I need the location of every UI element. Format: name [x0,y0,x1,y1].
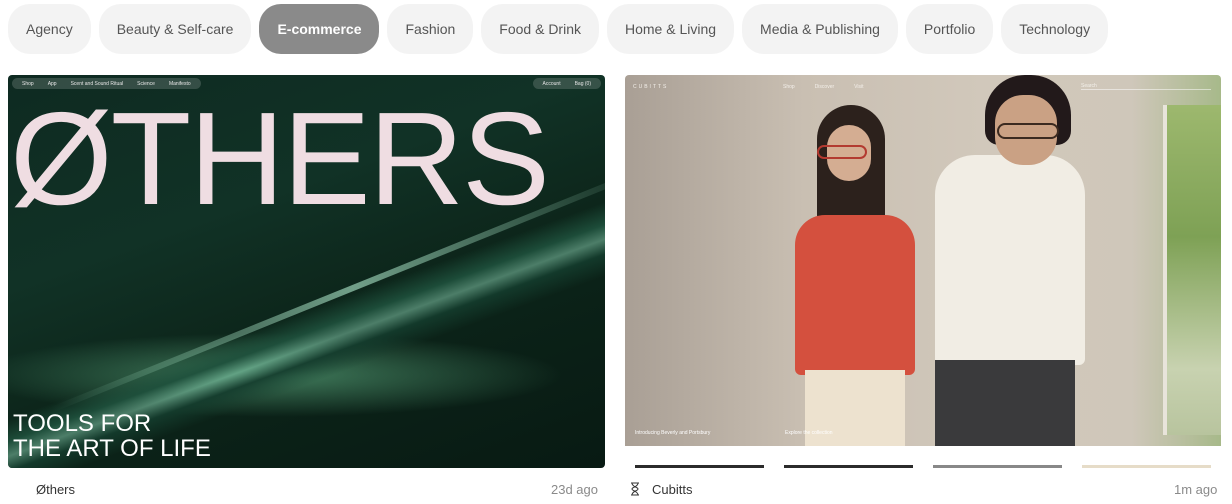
preview-caption: Introducing Beverly and Portsbury [635,430,711,436]
preview-logo: CUBITTS [633,84,669,90]
site-preview-card-cubitts[interactable]: CUBITTS Shop Discover Visit Search Intro… [625,75,1221,468]
preview-nav: CUBITTS Shop Discover Visit Search [633,83,1213,92]
category-chip-agency[interactable]: Agency [8,4,91,54]
preview-search-field: Search [1081,83,1211,90]
preview-hero-photo: CUBITTS Shop Discover Visit Search Intro… [625,75,1221,446]
preview-nav-item: Discover [814,84,835,90]
category-chip-food-drink[interactable]: Food & Drink [481,4,599,54]
timestamp: 1m ago [1174,482,1218,497]
category-chip-media-publishing[interactable]: Media & Publishing [742,4,898,54]
hourglass-icon [631,482,639,496]
site-preview-card-others[interactable]: Shop App Scent and Sound Ritual Science … [8,75,605,468]
card-footer-cubitts: Cubitts [630,476,692,502]
preview-nav-item: Visit [854,84,864,90]
card-footer-others: Øthers [36,476,75,502]
preview-thumbnail-strip [635,465,1211,468]
category-chip-technology[interactable]: Technology [1001,4,1109,54]
preview-brand-wordmark: ØTHERS [10,85,550,232]
preview-tagline-line: THE ART OF LIFE [13,435,211,462]
preview-nav-item: Shop [783,84,795,90]
timestamp: 23d ago [551,482,598,497]
preview-tagline: TOOLS FOR THE ART OF LIFE [13,411,211,461]
preview-model-woman [795,105,915,446]
preview-tagline-line: TOOLS FOR [13,410,152,437]
category-chip-home-living[interactable]: Home & Living [607,4,735,54]
preview-model-man [925,75,1085,446]
category-chip-portfolio[interactable]: Portfolio [905,4,994,54]
category-chip-ecommerce[interactable]: E-commerce [259,4,380,54]
preview-window-scene [1163,105,1221,435]
category-chip-fashion[interactable]: Fashion [387,4,474,54]
category-chip-beauty[interactable]: Beauty & Self-care [98,4,252,54]
preview-nav-item: Bag (0) [574,80,591,87]
category-filter-bar: Agency Beauty & Self-care E-commerce Fas… [8,4,1109,54]
preview-caption: Explore the collection [785,430,833,436]
site-name[interactable]: Øthers [36,482,75,497]
site-name[interactable]: Cubitts [652,482,692,497]
